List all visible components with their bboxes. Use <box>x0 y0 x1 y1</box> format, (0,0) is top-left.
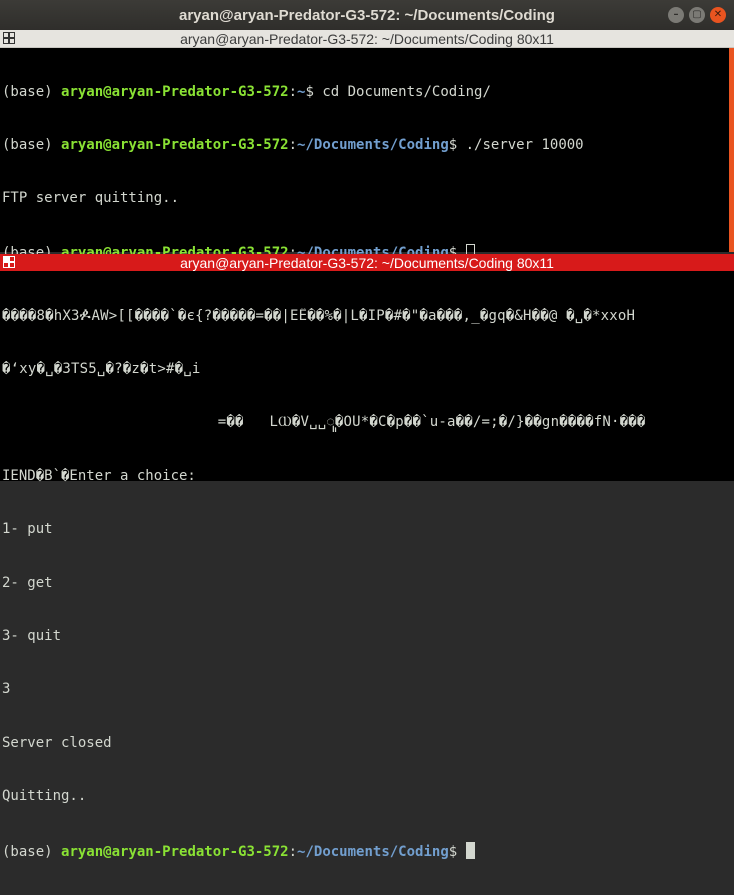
output-line: 3 <box>2 681 11 698</box>
scrollbar-top[interactable] <box>729 48 734 252</box>
window-controls: – ▢ ✕ <box>668 7 726 23</box>
output-line: Quitting.. <box>2 788 87 805</box>
pane-header-top[interactable]: aryan@aryan-Predator-G3-572: ~/Documents… <box>0 30 734 48</box>
output-line: Server closed <box>2 734 112 751</box>
minimize-button[interactable]: – <box>668 7 684 23</box>
window-titlebar: aryan@aryan-Predator-G3-572: ~/Documents… <box>0 0 734 30</box>
terminal-line: FTP server quitting.. <box>2 190 180 207</box>
maximize-button[interactable]: ▢ <box>689 7 705 23</box>
garbled-line: �ʻxy�␣�3TS5␣�?�z�t>#�␣i <box>2 360 201 377</box>
output-line: IEND�B`�Enter a choice: <box>2 467 196 484</box>
output-line: 2- get <box>2 574 53 591</box>
window-title: aryan@aryan-Predator-G3-572: ~/Documents… <box>179 6 555 24</box>
split-pane-icon[interactable] <box>3 32 15 44</box>
terminal-output-bottom[interactable]: ����8�hX3ⶍAW>[[����`�є{?�����=��|EЁ��%�|… <box>2 272 728 895</box>
split-pane-icon[interactable] <box>3 256 15 268</box>
output-line: 3- quit <box>2 627 62 644</box>
pane-title-bottom: aryan@aryan-Predator-G3-572: ~/Documents… <box>180 254 554 271</box>
terminal-pane-top[interactable]: aryan@aryan-Predator-G3-572: ~/Documents… <box>0 30 734 261</box>
pane-title-top: aryan@aryan-Predator-G3-572: ~/Documents… <box>180 30 554 47</box>
terminal-prompt-line: (base) aryan@aryan-Predator-G3-572:~/Doc… <box>2 841 728 859</box>
garbled-line: ����8�hX3ⶍAW>[[����`�є{?�����=��|EЁ��%�|… <box>2 307 636 324</box>
terminal-line: (base) aryan@aryan-Predator-G3-572:~/Doc… <box>2 136 584 153</box>
output-line: 1- put <box>2 521 53 538</box>
terminal-pane-bottom[interactable]: aryan@aryan-Predator-G3-572: ~/Documents… <box>0 254 734 859</box>
close-button[interactable]: ✕ <box>710 7 726 23</box>
terminal-line: (base) aryan@aryan-Predator-G3-572:~$ cd… <box>2 83 491 100</box>
garbled-line: =�� LⲰ�V␣␣ꦸ�OU*�C�p��`u-a��/=;�/}��gn���… <box>2 414 646 431</box>
cursor-active <box>465 841 475 859</box>
pane-header-bottom[interactable]: aryan@aryan-Predator-G3-572: ~/Documents… <box>0 254 734 271</box>
